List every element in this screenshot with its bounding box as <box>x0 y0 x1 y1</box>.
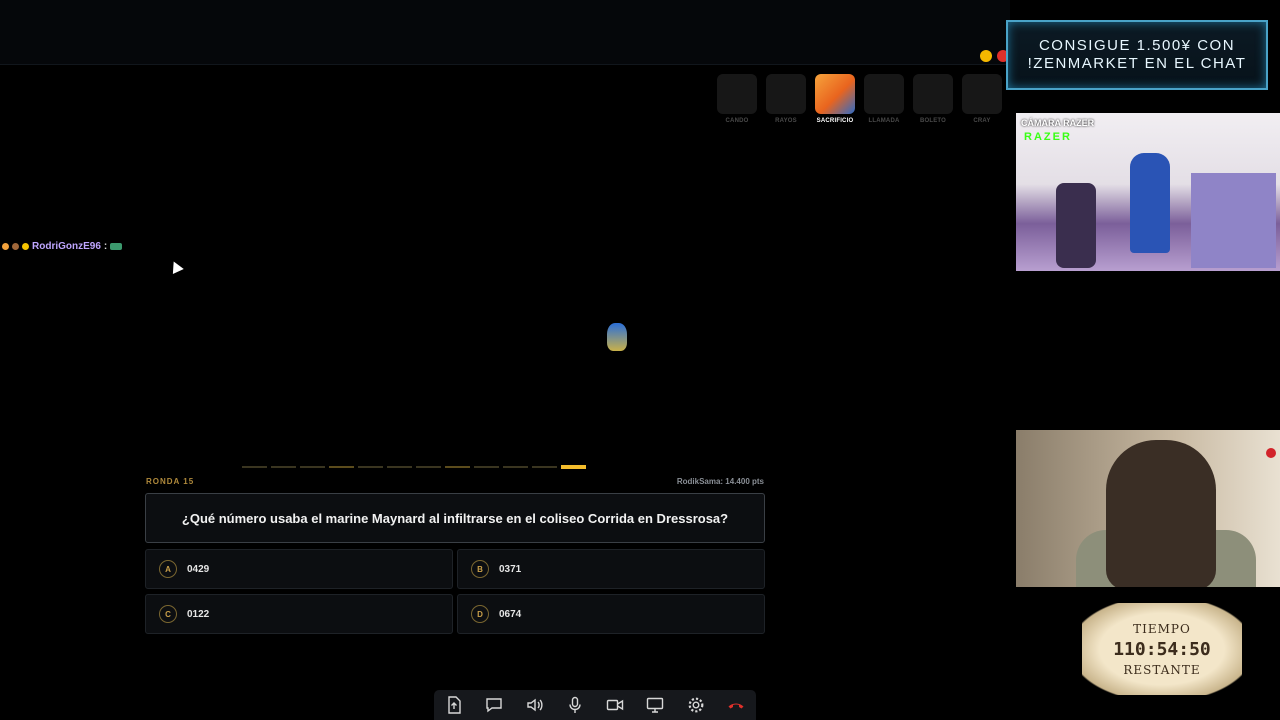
card-label: CRAY <box>973 118 991 124</box>
answer-b[interactable]: B 0371 <box>457 549 765 589</box>
round-label: RONDA 15 <box>146 477 195 486</box>
answer-text: 0371 <box>499 563 522 575</box>
banner-line-1: CONSIGUE 1.500¥ CON <box>1038 37 1236 54</box>
settings-icon[interactable] <box>685 694 707 716</box>
badge-icon <box>12 243 19 250</box>
card-thumb <box>815 74 855 114</box>
top-bar <box>0 0 1010 65</box>
card-boleto[interactable]: BOLETO <box>913 74 953 124</box>
hang-up-icon[interactable] <box>725 694 747 716</box>
answer-d[interactable]: D 0674 <box>457 594 765 634</box>
camera-icon[interactable] <box>604 694 626 716</box>
camera-brand-logo: RAZER <box>1024 131 1072 143</box>
answer-a[interactable]: A 0429 <box>145 549 453 589</box>
timer-value: 110:54:50 <box>1113 638 1211 660</box>
card-label: BOLETO <box>919 118 947 124</box>
chat-separator: : <box>103 241 108 252</box>
question-text: ¿Qué número usaba el marine Maynard al i… <box>181 510 729 526</box>
webcam-face <box>1016 430 1280 587</box>
card-cray[interactable]: CRAY <box>962 74 1002 124</box>
record-indicator-icon <box>1266 448 1276 458</box>
card-label: CANDO <box>725 118 749 124</box>
card-cando[interactable]: CANDO <box>717 74 757 124</box>
progress-segment <box>329 466 354 468</box>
progress-segment <box>503 466 528 468</box>
call-toolbar <box>434 690 756 720</box>
badge-icon <box>2 243 9 250</box>
progress-segment <box>358 466 383 468</box>
score-label: RodikSama: 14.400 pts <box>676 477 764 486</box>
progress-segment <box>242 466 267 468</box>
progress-segment <box>271 466 296 468</box>
timer-bottom-label: RESTANTE <box>1123 662 1201 677</box>
upload-file-icon[interactable] <box>443 694 465 716</box>
desk <box>1191 173 1276 268</box>
streamer-figure <box>1130 153 1170 253</box>
answer-c[interactable]: C 0122 <box>145 594 453 634</box>
badge-icon <box>22 243 29 250</box>
powerup-cards: CANDO RAYOS SACRIFICIO LLAMADA BOLETO CR… <box>717 74 1002 124</box>
chat-username[interactable]: RodriGonzE96 <box>32 241 101 252</box>
gaming-chair <box>1056 183 1096 268</box>
streamer-head <box>1106 440 1216 587</box>
screen-share-icon[interactable] <box>644 694 666 716</box>
progress-segment <box>532 466 557 468</box>
countdown-scroll: TIEMPO 110:54:50 RESTANTE <box>1082 603 1242 695</box>
question-box: ¿Qué número usaba el marine Maynard al i… <box>145 493 765 543</box>
progress-segment <box>300 466 325 468</box>
card-thumb <box>913 74 953 114</box>
progress-segment <box>474 466 499 468</box>
timer-top-label: TIEMPO <box>1133 621 1191 636</box>
card-thumb <box>962 74 1002 114</box>
answer-letter: A <box>159 560 177 578</box>
round-progress <box>242 465 586 469</box>
microphone-icon[interactable] <box>564 694 586 716</box>
sponsor-banner: CONSIGUE 1.500¥ CON !ZENMARKET EN EL CHA… <box>1006 20 1268 90</box>
card-thumb <box>717 74 757 114</box>
card-label: RAYOS <box>775 118 797 124</box>
card-thumb <box>766 74 806 114</box>
progress-segment <box>416 466 441 468</box>
card-label: SACRIFICIO <box>816 118 854 124</box>
card-llamada[interactable]: LLAMADA <box>864 74 904 124</box>
card-label: LLAMADA <box>868 118 900 124</box>
webcam-room: CÁMARA RAZER RAZER <box>1016 113 1280 271</box>
minimize-dot-icon[interactable] <box>980 50 992 62</box>
answer-letter: D <box>471 605 489 623</box>
sticker-icon <box>607 323 627 351</box>
answer-text: 0122 <box>187 608 210 620</box>
progress-segment <box>445 466 470 468</box>
answer-text: 0674 <box>499 608 522 620</box>
chat-message: RodriGonzE96 : <box>2 241 123 252</box>
progress-segment <box>387 466 412 468</box>
answer-text: 0429 <box>187 563 210 575</box>
answer-letter: B <box>471 560 489 578</box>
chat-icon[interactable] <box>483 694 505 716</box>
progress-segment <box>561 465 586 469</box>
camera-label: CÁMARA RAZER <box>1021 118 1095 128</box>
banner-line-2: !ZENMARKET EN EL CHAT <box>1027 55 1247 72</box>
emote-icon <box>110 243 123 250</box>
volume-icon[interactable] <box>524 694 546 716</box>
answer-letter: C <box>159 605 177 623</box>
card-rayos[interactable]: RAYOS <box>766 74 806 124</box>
card-thumb <box>864 74 904 114</box>
card-sacrificio[interactable]: SACRIFICIO <box>815 74 855 124</box>
